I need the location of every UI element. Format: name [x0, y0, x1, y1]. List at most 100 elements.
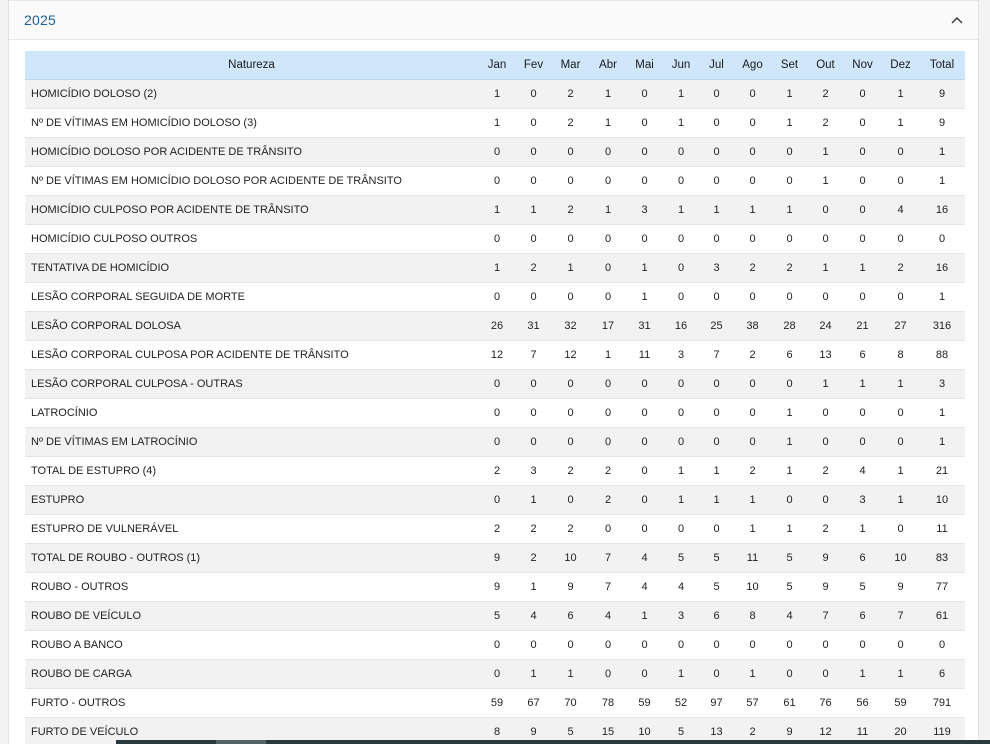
- row-value: 0: [843, 108, 882, 138]
- row-value: 67: [516, 688, 551, 718]
- row-value: 0: [699, 282, 734, 312]
- row-value: 0: [663, 253, 699, 283]
- row-value: 4: [516, 601, 551, 631]
- row-value: 2: [590, 485, 626, 515]
- row-value: 61: [771, 688, 808, 718]
- row-total: 16: [919, 195, 965, 225]
- row-value: 0: [734, 166, 771, 196]
- row-value: 9: [808, 572, 843, 602]
- row-value: 1: [843, 253, 882, 283]
- row-value: 0: [478, 282, 516, 312]
- row-value: 0: [551, 224, 590, 254]
- column-header-dez: Dez: [882, 51, 919, 80]
- column-header-ago: Ago: [734, 51, 771, 80]
- row-value: 5: [478, 601, 516, 631]
- row-value: 4: [663, 572, 699, 602]
- row-value: 1: [626, 601, 663, 631]
- row-value: 1: [808, 369, 843, 399]
- row-value: 1: [771, 108, 808, 138]
- row-label: ROUBO A BANCO: [25, 630, 478, 660]
- row-value: 76: [808, 688, 843, 718]
- row-value: 16: [663, 311, 699, 341]
- row-value: 3: [663, 601, 699, 631]
- row-value: 31: [626, 311, 663, 341]
- row-value: 1: [734, 514, 771, 544]
- row-value: 0: [551, 137, 590, 167]
- chevron-up-icon[interactable]: [950, 13, 964, 27]
- row-label: ROUBO DE VEÍCULO: [25, 601, 478, 631]
- panel-title: 2025: [24, 12, 56, 28]
- row-value: 57: [734, 688, 771, 718]
- table-row: Nº DE VÍTIMAS EM LATROCÍNIO 0 0 0 0 0 0 0 0 1 0 0 0 1: [25, 427, 965, 457]
- row-value: 5: [699, 543, 734, 573]
- row-value: 0: [699, 108, 734, 138]
- row-total: 9: [919, 79, 965, 109]
- column-header-total: Total: [919, 51, 965, 80]
- column-header-nov: Nov: [843, 51, 882, 80]
- table-row: ROUBO DE CARGA 0 1 1 0 0 1 0 1 0 0 1 1 6: [25, 659, 965, 689]
- table-row: ESTUPRO DE VULNERÁVEL 2 2 2 0 0 0 0 1 1 2 1 0 11: [25, 514, 965, 544]
- row-total: 9: [919, 108, 965, 138]
- row-value: 2: [551, 79, 590, 109]
- row-total: 1: [919, 398, 965, 428]
- row-value: 0: [551, 427, 590, 457]
- table-row: ROUBO A BANCO 0 0 0 0 0 0 0 0 0 0 0 0 0: [25, 630, 965, 660]
- row-label: Nº DE VÍTIMAS EM HOMICÍDIO DOLOSO (3): [25, 108, 478, 138]
- row-value: 1: [478, 195, 516, 225]
- row-value: 1: [551, 253, 590, 283]
- row-label: HOMICÍDIO CULPOSO OUTROS: [25, 224, 478, 254]
- row-value: 1: [663, 659, 699, 689]
- row-value: 0: [734, 398, 771, 428]
- row-value: 5: [843, 572, 882, 602]
- row-value: 1: [882, 369, 919, 399]
- column-header-fev: Fev: [516, 51, 551, 80]
- row-value: 0: [516, 282, 551, 312]
- row-value: 6: [843, 543, 882, 573]
- row-label: ROUBO - OUTROS: [25, 572, 478, 602]
- row-value: 0: [771, 630, 808, 660]
- row-value: 1: [516, 485, 551, 515]
- row-value: 0: [699, 659, 734, 689]
- row-value: 6: [843, 340, 882, 370]
- row-value: 0: [626, 79, 663, 109]
- row-value: 26: [478, 311, 516, 341]
- scrollbar-thumb[interactable]: [216, 740, 266, 744]
- row-value: 2: [551, 195, 590, 225]
- row-value: 9: [551, 572, 590, 602]
- row-total: 88: [919, 340, 965, 370]
- row-total: 10: [919, 485, 965, 515]
- row-value: 1: [771, 456, 808, 486]
- row-value: 10: [734, 572, 771, 602]
- row-value: 0: [734, 108, 771, 138]
- row-value: 0: [551, 630, 590, 660]
- row-value: 78: [590, 688, 626, 718]
- year-panel-header[interactable]: 2025: [9, 0, 978, 40]
- row-value: 0: [478, 630, 516, 660]
- row-value: 0: [771, 282, 808, 312]
- row-value: 0: [590, 224, 626, 254]
- row-value: 1: [699, 456, 734, 486]
- row-total: 1: [919, 166, 965, 196]
- row-value: 0: [843, 398, 882, 428]
- row-value: 0: [663, 137, 699, 167]
- row-value: 2: [551, 456, 590, 486]
- row-value: 0: [551, 282, 590, 312]
- row-value: 0: [699, 137, 734, 167]
- row-value: 0: [478, 137, 516, 167]
- row-value: 6: [699, 601, 734, 631]
- row-value: 0: [843, 79, 882, 109]
- row-value: 0: [478, 369, 516, 399]
- row-value: 2: [734, 340, 771, 370]
- row-label: HOMICÍDIO DOLOSO POR ACIDENTE DE TRÂNSIT…: [25, 137, 478, 167]
- row-total: 3: [919, 369, 965, 399]
- row-value: 6: [551, 601, 590, 631]
- row-value: 0: [516, 369, 551, 399]
- table-row: TENTATIVA DE HOMICÍDIO 1 2 1 0 1 0 3 2 2 1 1 2 16: [25, 253, 965, 283]
- row-value: 1: [663, 108, 699, 138]
- row-value: 32: [551, 311, 590, 341]
- row-value: 0: [551, 166, 590, 196]
- row-value: 59: [882, 688, 919, 718]
- row-value: 1: [699, 195, 734, 225]
- row-value: 1: [771, 427, 808, 457]
- row-value: 10: [882, 543, 919, 573]
